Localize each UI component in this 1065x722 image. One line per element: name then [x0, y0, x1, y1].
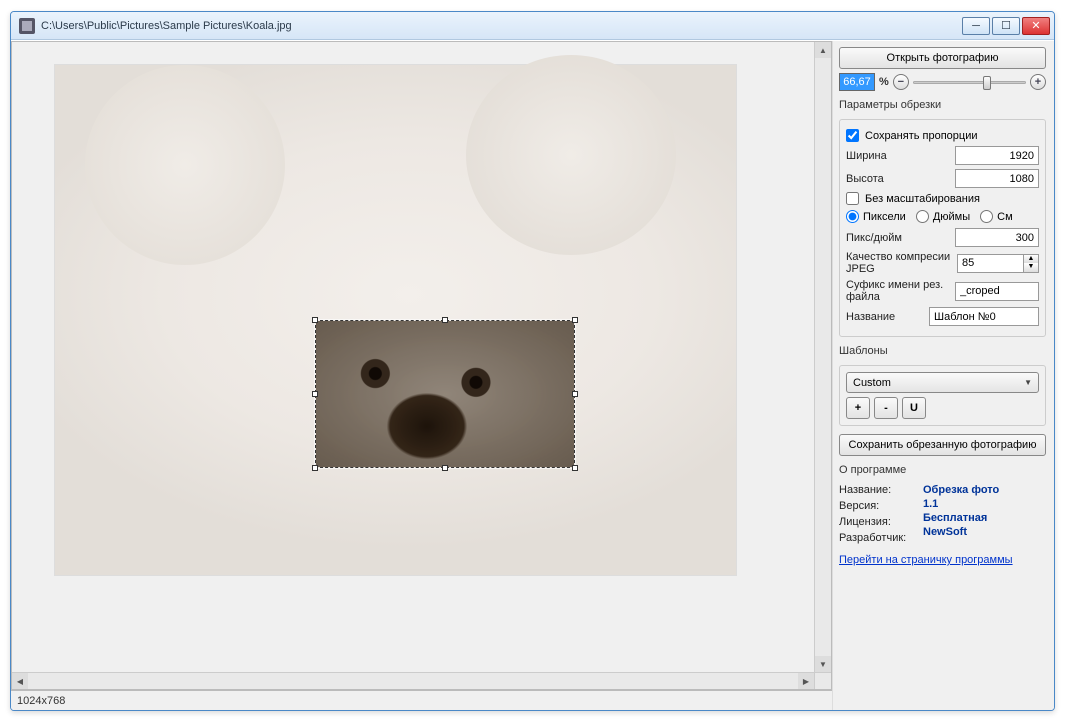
app-window: C:\Users\Public\Pictures\Sample Pictures…	[10, 11, 1055, 711]
suffix-label: Суфикс имени рез. файла	[846, 279, 955, 303]
status-bar: 1024x768	[11, 690, 832, 710]
titlebar[interactable]: C:\Users\Public\Pictures\Sample Pictures…	[11, 12, 1054, 40]
template-name-label: Название	[846, 311, 895, 323]
jpeg-spin-up[interactable]: ▲	[1024, 255, 1038, 264]
crop-selection[interactable]	[315, 320, 575, 468]
crop-params-group: Сохранять пропорции Ширина Высота Без ма…	[839, 119, 1046, 337]
photo-preview[interactable]	[54, 64, 737, 576]
crop-handle-ml[interactable]	[312, 391, 318, 397]
crop-handle-bm[interactable]	[442, 465, 448, 471]
about-name-label: Название:	[839, 484, 919, 496]
crop-handle-mr[interactable]	[572, 391, 578, 397]
zoom-slider[interactable]	[913, 74, 1026, 90]
about-ver-label: Версия:	[839, 500, 919, 512]
dpi-label: Пикс/дюйм	[846, 232, 902, 244]
width-input[interactable]	[955, 146, 1039, 165]
unit-in-radio[interactable]	[916, 210, 929, 223]
unit-cm-radio[interactable]	[980, 210, 993, 223]
about-dev-value: NewSoft	[923, 526, 1046, 538]
unit-px-label: Пиксели	[863, 211, 906, 223]
window-title: C:\Users\Public\Pictures\Sample Pictures…	[41, 20, 962, 32]
scroll-corner	[814, 672, 831, 689]
zoom-in-button[interactable]: +	[1030, 74, 1046, 90]
about-link[interactable]: Перейти на страничку программы	[839, 554, 1046, 566]
status-dimensions: 1024x768	[17, 695, 65, 707]
save-cropped-button[interactable]: Сохранить обрезанную фотографию	[839, 434, 1046, 456]
scroll-right-icon[interactable]: ▶	[798, 673, 814, 689]
templates-selected: Custom	[853, 377, 891, 389]
horizontal-scrollbar[interactable]: ◀ ▶	[12, 672, 814, 689]
about-section: Название: Обрезка фото Версия: 1.1 Лицен…	[839, 482, 1046, 546]
no-scale-checkbox[interactable]	[846, 192, 859, 205]
height-label: Высота	[846, 173, 884, 185]
template-remove-button[interactable]: -	[874, 397, 898, 419]
side-panel: Открыть фотографию 66,67 % − + Параметры…	[832, 41, 1054, 710]
unit-px-radio[interactable]	[846, 210, 859, 223]
scroll-down-icon[interactable]: ▼	[815, 656, 831, 672]
zoom-out-button[interactable]: −	[893, 74, 909, 90]
templates-group: Custom ▼ + - U	[839, 365, 1046, 426]
crop-handle-bl[interactable]	[312, 465, 318, 471]
chevron-down-icon: ▼	[1024, 378, 1032, 387]
about-lic-value: Бесплатная	[923, 512, 1046, 524]
template-add-button[interactable]: +	[846, 397, 870, 419]
zoom-value-input[interactable]: 66,67	[839, 73, 875, 91]
jpeg-spin-down[interactable]: ▼	[1024, 263, 1038, 272]
about-dev-label: Разработчик:	[839, 532, 919, 544]
zoom-percent-label: %	[879, 76, 889, 88]
app-icon	[19, 18, 35, 34]
close-button[interactable]: ✕	[1022, 17, 1050, 35]
about-name-value: Обрезка фото	[923, 484, 1046, 496]
dpi-input[interactable]	[955, 228, 1039, 247]
width-label: Ширина	[846, 150, 887, 162]
crop-handle-tr[interactable]	[572, 317, 578, 323]
maximize-button[interactable]: ☐	[992, 17, 1020, 35]
unit-in-label: Дюймы	[933, 211, 970, 223]
crop-handle-br[interactable]	[572, 465, 578, 471]
unit-cm-label: См	[997, 211, 1013, 223]
jpeg-label: Качество компресии JPEG	[846, 251, 956, 275]
keep-ratio-label: Сохранять пропорции	[865, 130, 978, 142]
height-input[interactable]	[955, 169, 1039, 188]
template-update-button[interactable]: U	[902, 397, 926, 419]
scroll-up-icon[interactable]: ▲	[815, 42, 831, 58]
template-name-input[interactable]	[929, 307, 1039, 326]
vertical-scrollbar[interactable]: ▲ ▼	[814, 42, 831, 672]
no-scale-label: Без масштабирования	[865, 193, 980, 205]
scroll-left-icon[interactable]: ◀	[12, 673, 28, 689]
image-canvas[interactable]: ▲ ▼ ◀ ▶	[11, 41, 832, 690]
suffix-input[interactable]	[955, 282, 1039, 301]
jpeg-quality-input[interactable]	[957, 254, 1023, 273]
about-ver-value: 1.1	[923, 498, 1046, 510]
zoom-slider-thumb[interactable]	[983, 76, 991, 90]
crop-handle-tm[interactable]	[442, 317, 448, 323]
keep-ratio-checkbox[interactable]	[846, 129, 859, 142]
crop-handle-tl[interactable]	[312, 317, 318, 323]
templates-select[interactable]: Custom ▼	[846, 372, 1039, 393]
minimize-button[interactable]: ─	[962, 17, 990, 35]
templates-title: Шаблоны	[839, 345, 1046, 357]
about-title: О программе	[839, 464, 1046, 476]
about-lic-label: Лицензия:	[839, 516, 919, 528]
crop-params-title: Параметры обрезки	[839, 99, 1046, 111]
open-photo-button[interactable]: Открыть фотографию	[839, 47, 1046, 69]
